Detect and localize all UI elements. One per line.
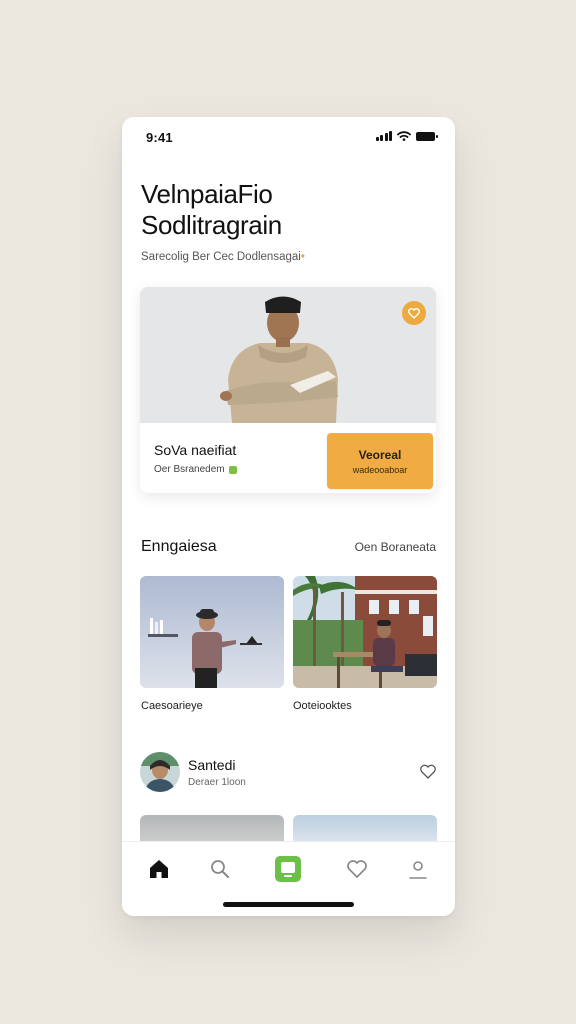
- search-icon[interactable]: [207, 856, 233, 882]
- app-icon[interactable]: [274, 855, 302, 883]
- hero-button-label: Veoreal: [358, 447, 402, 462]
- hero-card[interactable]: SoVa naeifiat Oer Bsranedem Veoreal wade…: [140, 287, 436, 493]
- profile-subtitle: Deraer 1loon: [188, 777, 246, 788]
- profile-name: Santedi: [188, 757, 236, 773]
- hero-action-button[interactable]: Veoreal wadeooaboar: [327, 433, 433, 489]
- avatar: [140, 752, 180, 792]
- grid-label-1: Caesoarieye: [141, 700, 203, 712]
- page-title-line2: Sodlitragrain: [141, 210, 282, 240]
- section-see-all-link[interactable]: Oen Boraneata: [355, 540, 436, 554]
- phone-screen: 9:41 VelnpaiaFio Sodlitragrain Sarecolig…: [122, 117, 455, 916]
- page-title: VelnpaiaFio Sodlitragrain: [141, 179, 282, 241]
- page-subtitle: Sarecolig Ber Cec Dodlensagai•: [141, 251, 305, 263]
- hero-name: SoVa naeifiat: [154, 442, 237, 458]
- grid-label-2: Ooteiooktes: [293, 700, 352, 712]
- hero-button-sublabel: wadeooaboar: [352, 464, 408, 475]
- hero-subtitle: Oer Bsranedem: [154, 464, 237, 475]
- profile-row[interactable]: Santedi Deraer 1loon: [140, 750, 437, 794]
- grid-card-1[interactable]: [140, 576, 284, 688]
- home-icon[interactable]: [146, 856, 172, 882]
- wifi-icon: [397, 131, 411, 141]
- hero-subtitle-text: Oer Bsranedem: [154, 464, 225, 475]
- page-title-line1: VelnpaiaFio: [141, 179, 273, 209]
- battery-icon: [416, 131, 438, 141]
- signal-icon: [375, 131, 392, 141]
- grid-image-2: [293, 576, 437, 688]
- subtitle-accent-dot: •: [300, 251, 305, 263]
- favorite-icon[interactable]: [402, 301, 426, 325]
- heart-icon[interactable]: [344, 856, 370, 882]
- section-title: Enngaiesa: [141, 538, 217, 555]
- grid-card-2[interactable]: [293, 576, 437, 688]
- hero-person-illustration: [140, 287, 436, 423]
- page-subtitle-text: Sarecolig Ber Cec Dodlensagai: [141, 251, 301, 263]
- home-indicator: [223, 902, 354, 907]
- status-bar: 9:41: [146, 130, 438, 146]
- profile-icon[interactable]: [405, 856, 431, 882]
- hero-image: [140, 287, 436, 423]
- tab-bar: [122, 841, 455, 916]
- status-time: 9:41: [146, 130, 173, 145]
- verified-icon: [228, 465, 237, 474]
- grid-image-1: [140, 576, 284, 688]
- status-icons: [375, 131, 438, 141]
- heart-outline-icon[interactable]: [419, 764, 437, 785]
